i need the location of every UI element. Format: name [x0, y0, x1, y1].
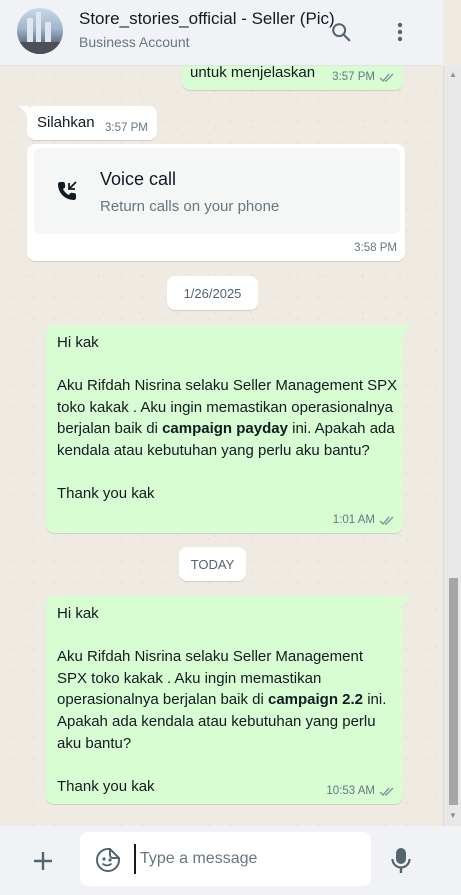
message-body-bold: campaign 2.2: [267, 691, 364, 709]
message-text: Hi kak Aku Rifdah Nisrina selaku Seller …: [57, 332, 403, 505]
read-ticks-icon: [379, 73, 394, 82]
scrollbar-thumb[interactable]: [449, 578, 458, 805]
avatar-image-detail: [45, 22, 51, 44]
microphone-icon[interactable]: [386, 843, 416, 877]
kebab-menu-icon[interactable]: [386, 18, 414, 46]
message-time: 3:57 PM: [105, 122, 148, 134]
call-title: Voice call: [100, 169, 177, 189]
message-list[interactable]: untuk menjelaskan 3:57 PM Silahkan 3:57 …: [0, 66, 443, 826]
message-text: untuk menjelaskan: [190, 66, 316, 81]
avatar-image-detail: [36, 12, 41, 44]
call-message-bubble[interactable]: Voice call Return calls on your phone 3:…: [27, 144, 405, 261]
read-ticks-icon: [379, 787, 394, 796]
message-meta: 10:53 AM: [326, 785, 395, 797]
message-text: Silahkan: [37, 114, 95, 131]
message-closing: Thank you kak: [57, 777, 155, 795]
message-input-box[interactable]: [80, 832, 371, 886]
message-closing: Thank you kak: [57, 485, 155, 503]
sticker-emoji-icon[interactable]: [94, 846, 122, 874]
message-greeting: Hi kak: [57, 334, 99, 351]
message-time: 10:53 AM: [326, 785, 375, 797]
message-greeting: Hi kak: [57, 605, 99, 622]
message-bubble-outgoing[interactable]: Hi kak Aku Rifdah Nisrina selaku Seller …: [46, 325, 411, 533]
message-input[interactable]: [134, 844, 359, 874]
date-divider: TODAY: [179, 547, 246, 581]
call-subtitle: Return calls on your phone: [100, 198, 280, 215]
chat-header: Store_stories_official - Seller (Pic) Bu…: [0, 0, 443, 66]
contact-avatar[interactable]: [17, 8, 63, 54]
message-time: 1:01 AM: [332, 514, 375, 526]
scroll-down-arrow-icon[interactable]: ▼: [449, 811, 457, 820]
read-ticks-icon: [379, 516, 394, 525]
missed-call-icon: [58, 181, 77, 200]
message-bubble-incoming[interactable]: Silahkan 3:57 PM: [19, 106, 157, 140]
bubble-tail: [19, 106, 29, 116]
plus-icon[interactable]: [28, 846, 58, 876]
chat-scrollbar[interactable]: ▲ ▼: [443, 66, 461, 826]
voice-call-card[interactable]: Voice call Return calls on your phone: [34, 148, 400, 234]
message-bubble-outgoing[interactable]: untuk menjelaskan 3:57 PM: [182, 66, 403, 90]
message-meta: 1:01 AM: [333, 514, 395, 526]
message-body-bold: campaign payday: [162, 420, 288, 438]
contact-name[interactable]: Store_stories_official - Seller (Pic): [79, 9, 335, 29]
message-meta: 3:57 PM: [332, 71, 395, 83]
avatar-image-detail: [17, 42, 63, 54]
message-time: 3:57 PM: [332, 71, 375, 83]
bubble-tail: [401, 596, 411, 606]
message-time: 3:58 PM: [354, 242, 397, 254]
scroll-up-arrow-icon[interactable]: ▲: [449, 70, 457, 79]
message-bubble-outgoing[interactable]: Hi kak Aku Rifdah Nisrina selaku Seller …: [46, 596, 411, 804]
message-composer: [0, 826, 461, 895]
date-divider: 1/26/2025: [167, 276, 258, 310]
search-icon[interactable]: [327, 18, 355, 46]
avatar-image-detail: [27, 18, 33, 44]
message-text: Hi kak Aku Rifdah Nisrina selaku Seller …: [57, 603, 397, 797]
contact-subtitle: Business Account: [79, 34, 190, 50]
